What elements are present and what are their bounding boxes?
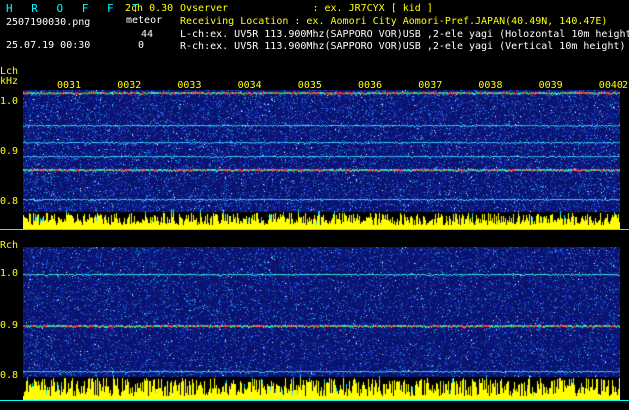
lch-ylabel-3: 0.8 — [0, 196, 19, 207]
rch-label: Rch — [0, 240, 19, 251]
count-lch: 44 — [141, 29, 154, 40]
time-tick-tail: 2 — [622, 80, 629, 91]
rch-receiver-info: R-ch:ex. UV5R 113.900Mhz(SAPPORO VOR)USB… — [180, 41, 626, 52]
panel-divider — [0, 229, 629, 230]
lch-waterfall — [23, 90, 620, 229]
lch-receiver-info: L-ch:ex. UV5R 113.900Mhz(SAPPORO VOR)USB… — [180, 29, 629, 40]
observer-info: Ovserver : ex. JR7CYX [ kid ] — [180, 3, 433, 14]
lch-unit: kHz — [0, 76, 19, 87]
file-name: 2507190030.png — [6, 17, 91, 28]
location-info: Receiving Location : ex. Aomori City Aom… — [180, 16, 608, 27]
bottom-divider — [0, 400, 629, 401]
rch-ylabel-2: 0.9 — [0, 320, 19, 331]
mode-type: meteor — [126, 15, 163, 26]
rch-ylabel-1: 1.0 — [0, 268, 19, 279]
rch-waterfall — [23, 247, 620, 400]
date-time: 25.07.19 00:30 — [6, 40, 91, 51]
lch-ylabel-2: 0.9 — [0, 146, 19, 157]
count-rch: 0 — [138, 40, 145, 51]
mode-label: 2ch 0.30 — [125, 3, 174, 14]
lch-ylabel-1: 1.0 — [0, 96, 19, 107]
rch-ylabel-3: 0.8 — [0, 370, 19, 381]
